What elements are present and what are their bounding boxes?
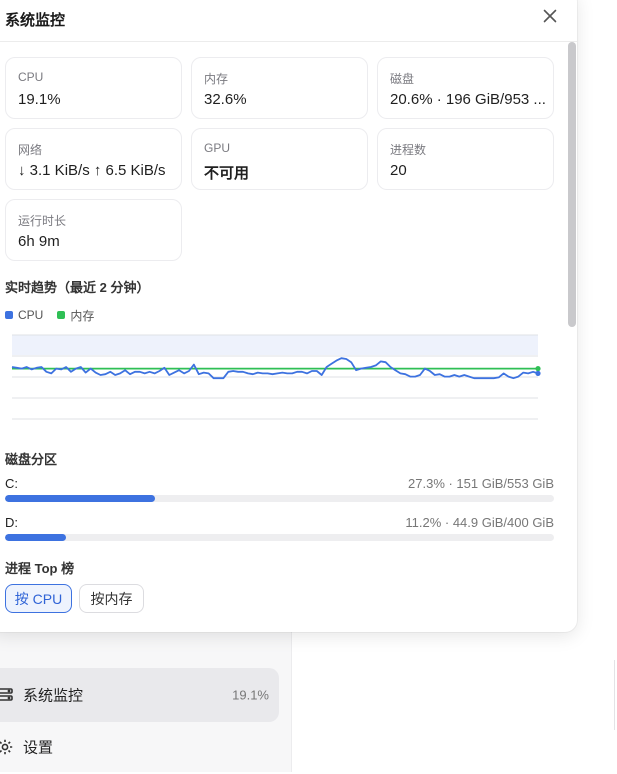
legend-item-cpu: CPU [5,308,43,322]
panel-title: 系统监控 [5,12,66,29]
stat-value: ↓ 3.1 KiB/s ↑ 6.5 KiB/s [18,162,166,179]
monitor-icon [0,686,14,704]
legend-label: 内存 [70,308,95,323]
stat-label: 网络 [18,143,43,157]
stat-label: 运行时长 [18,214,67,228]
stat-card-disk: 磁盘 20.6% · 196 GiB/953 ... [377,57,554,119]
stat-card-processes: 进程数 20 [377,128,554,190]
system-monitor-panel: 系统监控 CPU 19.1% 内存 32.6% 磁盘 20.6% · 196 G… [0,0,577,632]
chart-band [12,335,538,355]
sidebar-item-label: 系统监控 [23,687,84,705]
stat-card-gpu: GPU 不可用 [191,128,368,190]
sidebar-item-settings[interactable]: 设置 [0,720,279,774]
top-processes-title: 进程 Top 榜 [5,561,75,576]
disk-name: C: [5,476,18,491]
disk-usage: 11.2% · 44.9 GiB/400 GiB [405,515,554,530]
gear-icon [0,738,14,756]
stat-label: 磁盘 [390,72,415,86]
stat-card-uptime: 运行时长 6h 9m [5,199,182,261]
sort-by-cpu-button[interactable]: 按 CPU [5,584,72,613]
sidebar-item-label: 设置 [23,739,54,757]
disk-usage-fill [5,495,155,502]
close-icon[interactable] [540,6,560,26]
stat-value: 6h 9m [18,233,60,250]
disk-usage-bar [5,495,554,502]
legend-item-memory: 内存 [57,307,94,324]
series-end-point [535,366,541,372]
stat-label: GPU [204,141,231,155]
divider [614,660,615,730]
sidebar-item-monitor[interactable]: 系统监控 19.1% [0,668,279,722]
disk-section-title: 磁盘分区 [5,452,58,467]
disk-name: D: [5,515,18,530]
stat-card-network: 网络 ↓ 3.1 KiB/s ↑ 6.5 KiB/s [5,128,182,190]
stat-card-memory: 内存 32.6% [191,57,368,119]
trend-chart [11,334,541,420]
disk-usage: 27.3% · 151 GiB/553 GiB [408,476,554,491]
disk-usage-fill [5,534,67,541]
stat-value: 20.6% · 196 GiB/953 ... [390,91,546,108]
sidebar-item-value: 19.1% [232,687,269,703]
series-end-point [535,370,541,376]
sort-by-memory-button[interactable]: 按内存 [79,584,144,613]
stat-label: 进程数 [390,143,427,157]
disk-usage-bar [5,534,554,541]
panel-header: 系统监控 [0,0,577,42]
chart-legend: CPU 内存 [5,307,108,323]
legend-label: CPU [18,308,44,322]
stat-value: 32.6% [204,91,247,108]
stat-label: 内存 [204,72,229,86]
stat-card-cpu: CPU 19.1% [5,57,182,119]
stat-value: 20 [390,162,407,179]
scrollbar-thumb[interactable] [568,42,576,327]
trend-title: 实时趋势（最近 2 分钟） [5,280,150,295]
stat-value: 不可用 [204,165,250,182]
stat-label: CPU [18,70,44,84]
legend-swatch [57,311,66,319]
legend-swatch [5,311,13,319]
stat-value: 19.1% [18,91,61,108]
